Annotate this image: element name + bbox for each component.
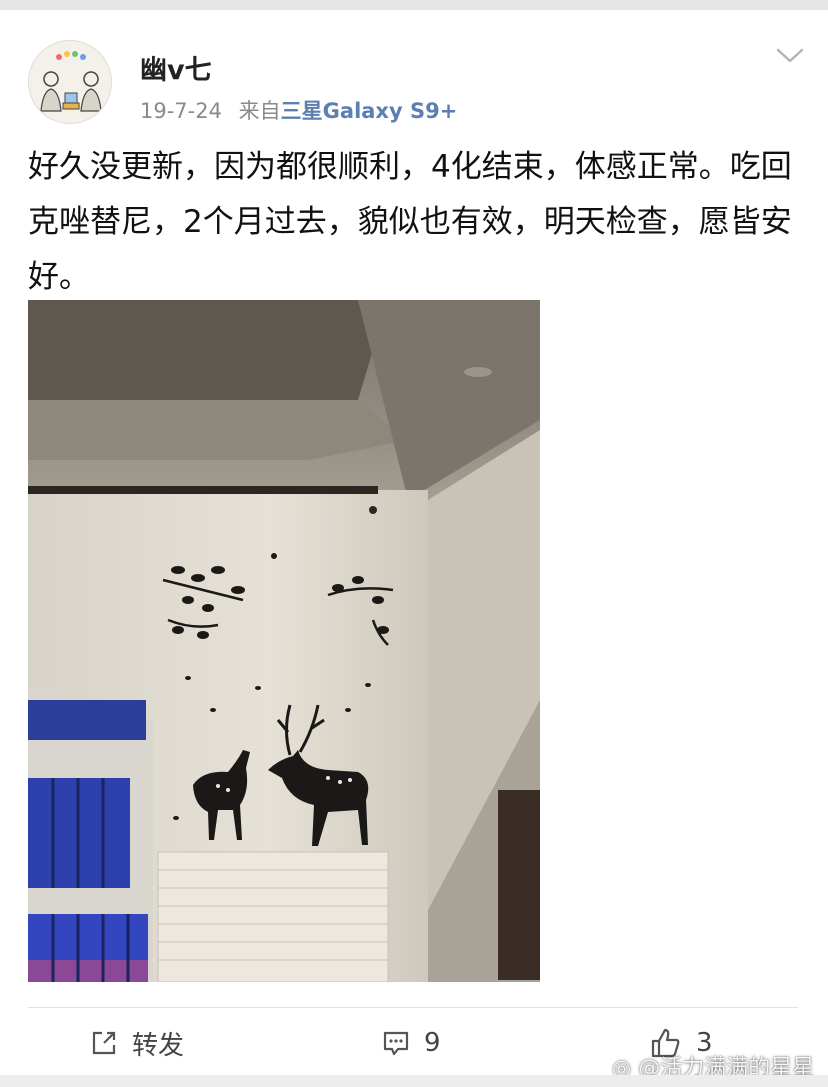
post-date: 19-7-24 [140, 99, 222, 123]
post-meta: 19-7-24 来自三星Galaxy S9+ [140, 95, 457, 125]
chevron-down-icon[interactable] [774, 44, 806, 66]
repost-button[interactable]: 转发 [90, 1025, 184, 1061]
source-prefix: 来自 [238, 99, 281, 123]
avatar[interactable] [28, 40, 112, 124]
comment-button[interactable]: 9 [382, 1025, 441, 1061]
top-separator [0, 0, 828, 10]
repost-label: 转发 [132, 1030, 185, 1061]
action-divider [28, 1007, 798, 1008]
bottom-separator [0, 1075, 828, 1087]
post-text: 好久没更新，因为都很顺利，4化结束，体感正常。吃回克唑替尼，2个月过去，貌似也有… [28, 149, 792, 295]
device-link[interactable]: 三星Galaxy S9+ [281, 99, 458, 123]
comment-icon [383, 1031, 409, 1056]
share-icon [92, 1031, 116, 1055]
comment-count: 9 [424, 1028, 441, 1058]
username[interactable]: 幽v七 [140, 48, 212, 87]
post-photo[interactable] [28, 300, 540, 982]
